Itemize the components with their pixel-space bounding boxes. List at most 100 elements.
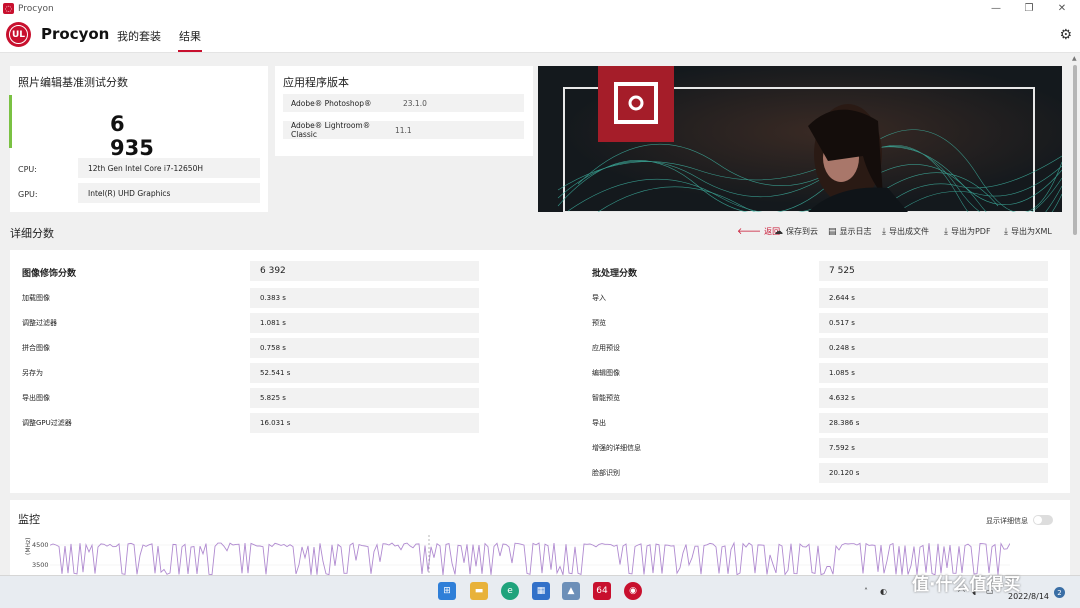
list-item-label: 导出图像: [22, 394, 50, 402]
cloud-upload-icon: ☁: [774, 226, 783, 237]
batch-processing-score-value: 7 525: [819, 261, 1048, 281]
export-file-label: 导出成文件: [888, 227, 929, 236]
list-item-value: 1.081 s: [250, 313, 479, 333]
procyon-icon[interactable]: ◉: [624, 582, 642, 600]
score-accent-bar: [9, 95, 12, 148]
export-xml-label: 导出为XML: [1010, 227, 1052, 236]
benchmark-score-title: 照片编辑基准测试分数: [18, 76, 128, 89]
export-xml-button[interactable]: ⤓ 导出为XML: [1004, 226, 1052, 237]
gear-icon[interactable]: ⚙: [1059, 27, 1072, 43]
export-file-button[interactable]: ⤓ 导出成文件: [882, 226, 929, 237]
download-icon: ⤓: [1004, 226, 1008, 237]
scroll-up-icon[interactable]: ▲: [1072, 55, 1077, 62]
app-row-lightroom: Adobe® Lightroom® Classic 11.1: [283, 121, 524, 139]
tray-app-icon[interactable]: ◐: [880, 587, 887, 596]
photos-icon[interactable]: ▲: [562, 582, 580, 600]
list-item-value: 2.644 s: [819, 288, 1048, 308]
list-item-label: 拼合图像: [22, 344, 50, 352]
save-to-cloud-button[interactable]: ☁ 保存到云: [774, 226, 818, 237]
list-item-value: 16.031 s: [250, 413, 479, 433]
list-item-value: 28.386 s: [819, 413, 1048, 433]
cpu-label: CPU:: [18, 165, 37, 174]
file-explorer-icon[interactable]: ▬: [470, 582, 488, 600]
list-item-label: 加载图像: [22, 294, 50, 302]
edge-icon[interactable]: e: [501, 582, 519, 600]
download-icon: ⤓: [882, 226, 886, 237]
download-icon: ⤓: [944, 226, 948, 237]
list-item-label: 导出: [592, 419, 606, 427]
app-version: 11.1: [395, 125, 412, 135]
list-item-label: 编辑图像: [592, 369, 620, 377]
app-version: 23.1.0: [403, 98, 427, 108]
chevron-up-icon[interactable]: ˄: [864, 587, 868, 596]
app-versions-title: 应用程序版本: [283, 76, 349, 89]
hero-banner-image: [538, 66, 1062, 212]
list-item-label: 另存为: [22, 369, 43, 377]
list-item-value: 0.383 s: [250, 288, 479, 308]
site-watermark: 值·什么值得买: [912, 575, 1021, 595]
list-item-value: 7.592 s: [819, 438, 1048, 458]
list-item-value: 0.758 s: [250, 338, 479, 358]
app-icon: ◌: [3, 3, 14, 14]
image-retouching-score-label: 图像修饰分数: [22, 269, 77, 279]
app-name: Adobe® Lightroom® Classic: [291, 121, 371, 139]
notification-badge[interactable]: 2: [1054, 587, 1065, 598]
aida64-icon[interactable]: 64: [593, 582, 611, 600]
store-icon[interactable]: ▦: [532, 582, 550, 600]
detailed-scores-title: 详细分数: [10, 227, 54, 240]
show-details-label: 显示详细信息: [986, 517, 1028, 525]
image-retouching-score-value: 6 392: [250, 261, 479, 281]
show-log-button[interactable]: ▤ 显示日志: [828, 226, 872, 237]
show-log-label: 显示日志: [839, 227, 872, 236]
list-item-label: 增强的详细信息: [592, 444, 641, 452]
batch-processing-score-label: 批处理分数: [592, 269, 638, 279]
overall-score: 6 935: [110, 112, 154, 160]
export-pdf-button[interactable]: ⤓ 导出为PDF: [944, 226, 991, 237]
close-button[interactable]: ✕: [1044, 0, 1080, 17]
list-item-value: 5.825 s: [250, 388, 479, 408]
app-header: UL Procyon 我的套装 结果 ⚙: [0, 17, 1080, 53]
list-item-label: 应用预设: [592, 344, 620, 352]
maximize-button[interactable]: ❐: [1011, 0, 1047, 17]
gpu-label: GPU:: [18, 190, 38, 199]
list-item-label: 导入: [592, 294, 606, 302]
list-item-value: 52.541 s: [250, 363, 479, 383]
list-item-label: 调整GPU过滤器: [22, 419, 72, 427]
y-tick-label: 3500: [32, 561, 49, 569]
cpu-frequency-line: [50, 541, 1010, 575]
start-icon[interactable]: ⊞: [438, 582, 456, 600]
page-scrollbar[interactable]: ▲: [1071, 53, 1080, 575]
show-details-toggle[interactable]: [1033, 515, 1053, 525]
list-item-label: 预览: [592, 319, 606, 327]
ul-logo: UL: [6, 22, 31, 47]
window-titlebar: ◌ Procyon: [0, 0, 1080, 17]
window-title: Procyon: [18, 3, 54, 14]
list-item-value: 1.085 s: [819, 363, 1048, 383]
back-arrow-icon: 🡐: [737, 227, 762, 237]
list-item-label: 调整过滤器: [22, 319, 57, 327]
log-icon: ▤: [828, 226, 837, 237]
minimize-button[interactable]: —: [978, 0, 1014, 17]
brand-name: Procyon: [41, 25, 110, 43]
list-item-value: 20.120 s: [819, 463, 1048, 483]
cpu-frequency-graph: [50, 535, 1010, 575]
tab-results[interactable]: 结果: [179, 28, 201, 44]
y-tick-label: 4500: [32, 541, 49, 549]
aida64-label: 64: [596, 586, 608, 596]
y-axis-label: (MHz): [25, 537, 32, 555]
export-pdf-label: 导出为PDF: [950, 227, 991, 236]
monitoring-title: 监控: [18, 513, 40, 526]
app-name: Adobe® Photoshop®: [291, 98, 372, 108]
list-item-value: 0.517 s: [819, 313, 1048, 333]
tab-my-suites[interactable]: 我的套装: [117, 28, 161, 44]
save-to-cloud-label: 保存到云: [786, 227, 818, 236]
scrollbar-thumb[interactable]: [1073, 65, 1077, 235]
list-item-label: 脸部识别: [592, 469, 620, 477]
active-tab-indicator: [178, 50, 202, 52]
app-row-photoshop: Adobe® Photoshop® 23.1.0: [283, 94, 524, 112]
gpu-value: Intel(R) UHD Graphics: [78, 183, 260, 203]
list-item-value: 4.632 s: [819, 388, 1048, 408]
cpu-value: 12th Gen Intel Core i7-12650H: [78, 158, 260, 178]
list-item-value: 0.248 s: [819, 338, 1048, 358]
list-item-label: 智能预览: [592, 394, 620, 402]
